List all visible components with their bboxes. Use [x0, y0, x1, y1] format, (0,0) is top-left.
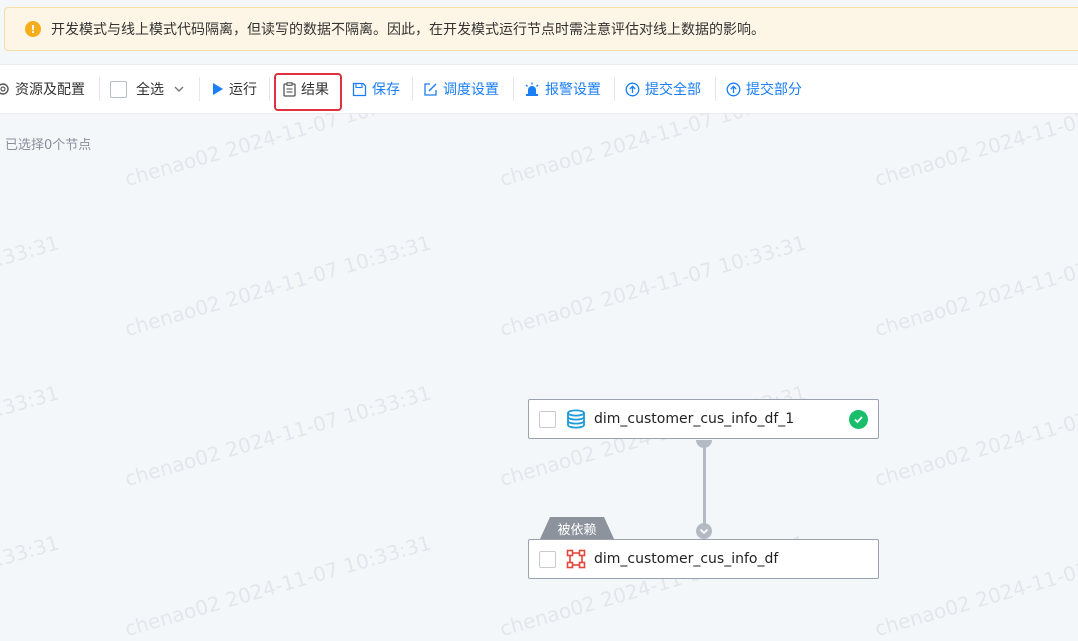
watermark: chenao02 2024-11-07 10:33:31 — [122, 230, 434, 342]
node-name: dim_customer_cus_info_df_1 — [594, 411, 795, 427]
node-name: dim_customer_cus_info_df — [594, 551, 779, 567]
graph-node[interactable]: dim_customer_cus_info_df — [528, 539, 879, 579]
toolbar-divider — [715, 77, 716, 101]
submit-all-button[interactable]: 提交全部 — [625, 65, 701, 113]
success-check-icon — [849, 410, 868, 429]
submit-partial-button[interactable]: 提交部分 — [726, 65, 802, 113]
toolbar-divider — [513, 77, 514, 101]
toolbar-divider — [99, 77, 100, 101]
submit-all-label: 提交全部 — [645, 82, 701, 98]
watermark: chenao02 2024-11-07 10:33:31 — [0, 530, 62, 641]
depended-on-tag: 被依赖 — [540, 517, 614, 539]
chevron-down-icon — [699, 528, 709, 535]
selected-node-count: 已选择0个节点 — [5, 138, 92, 153]
alarm-settings-label: 报警设置 — [545, 82, 601, 98]
toolbar: 资源及配置 全选 运行 结果 保存 调度设置 报警设置 提交全部 提交部分 — [0, 64, 1078, 114]
input-port[interactable] — [696, 523, 712, 539]
watermark: chenao02 2024-11-07 10:33:31 — [872, 231, 1078, 342]
transform-node-icon — [566, 549, 586, 569]
node-checkbox[interactable] — [539, 550, 556, 568]
clipboard-icon — [283, 81, 296, 97]
database-icon — [566, 409, 586, 429]
watermark: chenao02 2024-11-07 10:33:31 — [872, 531, 1078, 641]
toolbar-divider — [412, 77, 413, 101]
run-label: 运行 — [229, 82, 257, 98]
chevron-down-icon — [174, 84, 184, 94]
select-all-label: 全选 — [136, 82, 164, 98]
watermark: chenao02 2024-11-07 10:33:31 — [0, 230, 62, 342]
select-all-checkbox[interactable] — [110, 80, 127, 98]
toolbar-divider — [199, 77, 200, 101]
select-all-dropdown[interactable]: 全选 — [110, 65, 189, 113]
toolbar-divider — [269, 77, 270, 101]
watermark: chenao02 2024-11-07 10:33:31 — [122, 380, 434, 492]
watermark: chenao02 2024-11-07 10:33:31 — [122, 530, 434, 641]
submit-partial-label: 提交部分 — [746, 82, 802, 98]
warning-icon: ! — [25, 21, 41, 37]
save-icon — [352, 82, 367, 97]
edit-icon — [423, 82, 438, 97]
play-icon — [212, 82, 224, 96]
upload-circle-icon — [625, 82, 640, 97]
dependency-edge — [703, 440, 706, 530]
upload-circle-icon — [726, 82, 741, 97]
dev-mode-warning-banner: ! 开发模式与线上模式代码隔离，但读写的数据不隔离。因此，在开发模式运行节点时需… — [4, 7, 1078, 51]
run-button[interactable]: 运行 — [212, 65, 257, 113]
watermark: chenao02 2024-11-07 10:33:31 — [0, 380, 62, 492]
schedule-settings-label: 调度设置 — [443, 82, 499, 98]
warning-text: 开发模式与线上模式代码隔离，但读写的数据不隔离。因此，在开发模式运行节点时需注意… — [51, 22, 765, 38]
node-checkbox[interactable] — [539, 410, 556, 428]
watermark: chenao02 2024-11-07 10:33:31 — [872, 381, 1078, 492]
toolbar-divider — [614, 77, 615, 101]
watermark: chenao02 2024-11-07 10:33:31 — [497, 230, 809, 342]
result-button[interactable]: 结果 — [283, 65, 329, 113]
schedule-settings-button[interactable]: 调度设置 — [423, 65, 499, 113]
alarm-icon — [524, 82, 540, 97]
alarm-settings-button[interactable]: 报警设置 — [524, 65, 601, 113]
resources-config-button[interactable]: 资源及配置 — [0, 65, 85, 113]
save-button[interactable]: 保存 — [352, 65, 400, 113]
resources-config-label: 资源及配置 — [15, 82, 85, 98]
gear-icon — [0, 82, 10, 96]
graph-node[interactable]: dim_customer_cus_info_df_1 — [528, 399, 879, 439]
save-label: 保存 — [372, 82, 400, 98]
result-label: 结果 — [301, 82, 329, 98]
